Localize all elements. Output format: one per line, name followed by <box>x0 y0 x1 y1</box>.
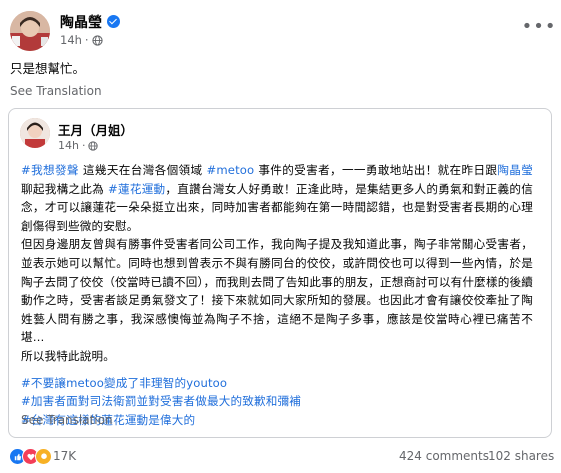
hashtag-link[interactable]: #不要讓metoo變成了非理智的youtoo <box>21 374 533 393</box>
paragraph-text: 這幾天在台灣各個領域 <box>78 163 207 177</box>
post-text: 只是想幫忙。 <box>10 61 86 76</box>
paragraph-text: 聊起我構之此為 <box>21 181 108 196</box>
shared-author-avatar[interactable] <box>20 118 50 148</box>
more-horizontal-icon: ••• <box>521 15 557 37</box>
shared-author-name[interactable]: 王月（月姐） <box>58 120 133 139</box>
post-author-name[interactable]: 陶晶瑩 <box>60 12 120 32</box>
shared-paragraph-3: 所以我特此說明。 <box>21 348 115 363</box>
post-see-translation-link[interactable]: See Translation <box>10 84 102 98</box>
paragraph-text: 事件的受害者，一一勇敢地站出！就在昨日跟 <box>254 163 498 177</box>
shared-author-avatar-image <box>20 118 50 148</box>
hashtag-link[interactable]: #我想發聲 <box>21 163 79 177</box>
post-more-options-button[interactable]: ••• <box>522 12 556 40</box>
hashtag-link[interactable]: #蓮花運動 <box>108 182 165 196</box>
mention-link[interactable]: 陶晶瑩 <box>497 163 533 177</box>
globe-icon <box>91 34 103 46</box>
meta-dot: · <box>84 33 89 47</box>
paragraph-spacer <box>21 366 533 374</box>
post-author-name-text[interactable]: 陶晶瑩 <box>60 15 102 31</box>
shared-post-timestamp[interactable]: 14h <box>58 139 79 152</box>
shares-count-link[interactable]: 102 shares <box>488 449 554 463</box>
hashtag-link[interactable]: #metoo <box>207 163 255 177</box>
hashtag-link[interactable]: #加害者面對司法衛罰並對受害者做最大的致歉和彌補 <box>21 392 533 411</box>
author-avatar-image <box>10 11 50 51</box>
post-timestamp[interactable]: 14h <box>60 33 82 47</box>
care-icon <box>35 448 52 465</box>
reaction-icons[interactable] <box>9 448 52 465</box>
post-meta: 14h · <box>60 33 103 47</box>
shared-post-meta: 14h · <box>58 139 99 152</box>
shared-post-body: #我想發聲 這幾天在台灣各個領域 #metoo 事件的受害者，一一勇敢地站出！就… <box>21 161 533 429</box>
comments-count-link[interactable]: 424 comments <box>399 449 489 463</box>
shared-paragraph-2: 但因身邊朋友曾與有勝事件受害者同公司工作，我向陶子提及我知道此事，陶子非常關心受… <box>21 237 533 345</box>
verified-badge-icon <box>107 15 120 28</box>
globe-icon <box>88 140 99 151</box>
shared-paragraph-1: #我想發聲 這幾天在台灣各個領域 #metoo 事件的受害者，一一勇敢地站出！就… <box>21 161 533 235</box>
author-avatar[interactable] <box>10 11 50 51</box>
shared-meta-dot: · <box>81 139 86 152</box>
reactions-count[interactable]: 17K <box>53 449 76 463</box>
shared-see-translation-link[interactable]: See Translation <box>21 413 113 427</box>
